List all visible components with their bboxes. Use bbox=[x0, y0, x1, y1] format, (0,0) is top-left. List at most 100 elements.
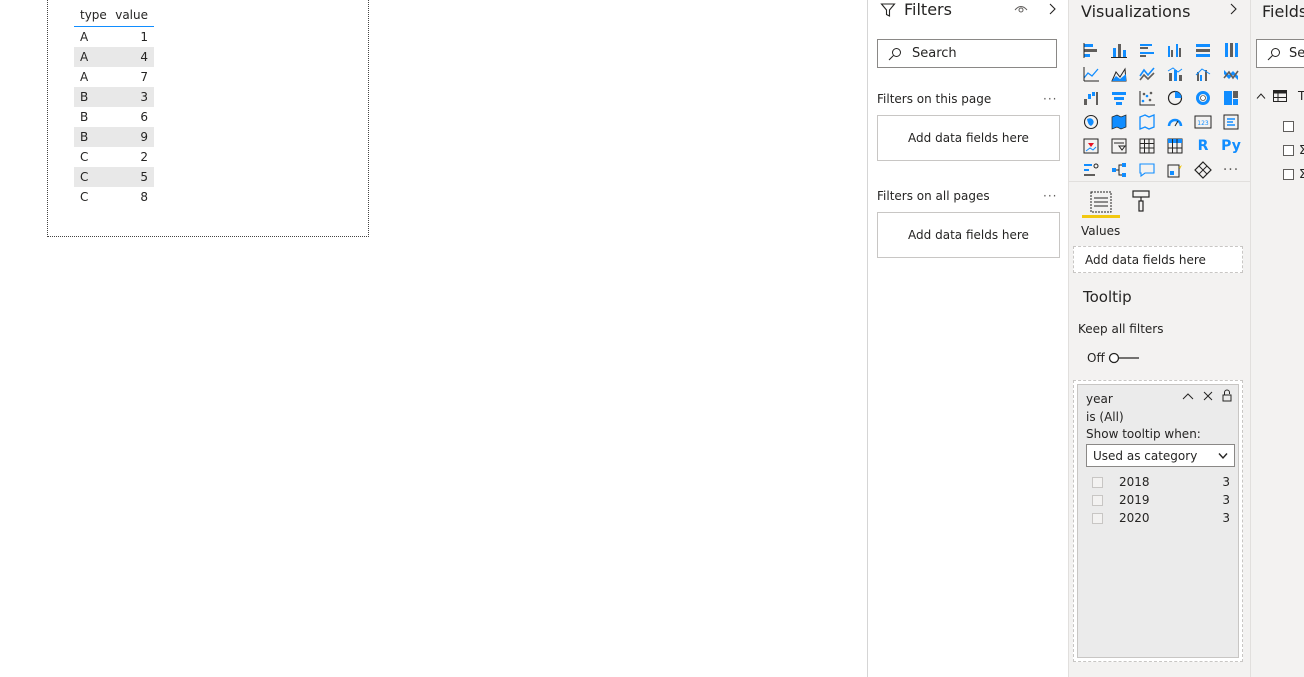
waterfall-chart-icon[interactable] bbox=[1077, 86, 1105, 110]
values-drop-zone[interactable]: Add data fields here bbox=[1073, 246, 1243, 273]
filter-option-count: 3 bbox=[1222, 475, 1230, 489]
table-row[interactable]: A1 bbox=[74, 27, 154, 47]
table-row[interactable]: A7 bbox=[74, 67, 154, 87]
toggle-state-label: Off bbox=[1087, 351, 1105, 365]
filter-option-checkbox[interactable] bbox=[1092, 476, 1103, 488]
card-icon[interactable]: 123 bbox=[1189, 110, 1217, 134]
filters-pane: Filters Search Filters on this page ··· … bbox=[867, 0, 1068, 677]
table-icon[interactable] bbox=[1133, 134, 1161, 158]
100-stacked-column-chart-icon[interactable] bbox=[1217, 38, 1245, 62]
cell-type: B bbox=[80, 90, 89, 104]
key-influencers-icon[interactable] bbox=[1077, 158, 1105, 182]
table-row[interactable]: A4 bbox=[74, 47, 154, 67]
100-stacked-bar-chart-icon[interactable] bbox=[1189, 38, 1217, 62]
stacked-area-chart-icon[interactable] bbox=[1133, 62, 1161, 86]
lock-icon[interactable] bbox=[1222, 389, 1232, 402]
more-options-icon[interactable]: ··· bbox=[1043, 92, 1057, 106]
stacked-column-chart-icon[interactable] bbox=[1105, 38, 1133, 62]
cell-value: 6 bbox=[140, 110, 148, 124]
funnel-chart-icon[interactable] bbox=[1105, 86, 1133, 110]
keep-all-filters-label: Keep all filters bbox=[1078, 322, 1164, 336]
more-options-icon[interactable]: ··· bbox=[1043, 189, 1057, 203]
data-table: type value A1A4A7B3B6B9C2C5C8 bbox=[74, 4, 154, 207]
filter-option[interactable]: 2020 3 bbox=[1092, 509, 1230, 527]
more-visuals-icon[interactable]: ··· bbox=[1217, 158, 1245, 182]
search-icon bbox=[888, 47, 901, 60]
table-row[interactable]: C8 bbox=[74, 187, 154, 207]
kpi-icon[interactable] bbox=[1077, 134, 1105, 158]
cell-type: B bbox=[80, 110, 89, 124]
table-row[interactable]: B9 bbox=[74, 127, 154, 147]
filters-on-all-pages-label: Filters on all pages bbox=[877, 189, 990, 203]
tooltip-filter-card: year is (All) Show tooltip when: Used as… bbox=[1073, 380, 1243, 662]
area-chart-icon[interactable] bbox=[1105, 62, 1133, 86]
cell-value: 2 bbox=[140, 150, 148, 164]
field-checkbox[interactable] bbox=[1283, 121, 1294, 132]
filter-option-count: 3 bbox=[1222, 511, 1230, 525]
line-and-stacked-column-chart-icon[interactable] bbox=[1161, 62, 1189, 86]
ribbon-chart-icon[interactable] bbox=[1217, 62, 1245, 86]
column-header-value[interactable]: value bbox=[114, 4, 154, 26]
gauge-icon[interactable] bbox=[1161, 110, 1189, 134]
field-checkbox[interactable] bbox=[1283, 169, 1294, 180]
filter-option-checkbox[interactable] bbox=[1092, 512, 1103, 524]
sigma-icon: Σ bbox=[1299, 167, 1304, 181]
map-icon[interactable] bbox=[1077, 110, 1105, 134]
line-chart-icon[interactable] bbox=[1077, 62, 1105, 86]
chevron-up-icon[interactable] bbox=[1182, 391, 1194, 401]
decomposition-tree-icon[interactable] bbox=[1105, 158, 1133, 182]
filter-option-count: 3 bbox=[1222, 493, 1230, 507]
pie-chart-icon[interactable] bbox=[1161, 86, 1189, 110]
filter-option[interactable]: 2019 3 bbox=[1092, 491, 1230, 509]
table-row[interactable]: B6 bbox=[74, 107, 154, 127]
treemap-icon[interactable] bbox=[1217, 86, 1245, 110]
table-header-row: type value bbox=[74, 4, 154, 27]
filter-option-label: 2020 bbox=[1119, 511, 1150, 525]
matrix-icon[interactable] bbox=[1161, 134, 1189, 158]
close-icon[interactable] bbox=[1203, 391, 1213, 401]
slicer-icon[interactable] bbox=[1105, 134, 1133, 158]
multi-row-card-icon[interactable] bbox=[1217, 110, 1245, 134]
smart-narrative-icon[interactable] bbox=[1161, 158, 1189, 182]
table-row[interactable]: C2 bbox=[74, 147, 154, 167]
filters-search-input[interactable]: Search bbox=[877, 39, 1057, 68]
visualizations-title: Visualizations bbox=[1081, 2, 1191, 21]
field-checkbox[interactable] bbox=[1283, 145, 1294, 156]
clustered-bar-chart-icon[interactable] bbox=[1133, 38, 1161, 62]
chevron-right-icon[interactable] bbox=[1228, 3, 1238, 15]
qa-visual-icon[interactable] bbox=[1133, 158, 1161, 182]
table-row[interactable]: B3 bbox=[74, 87, 154, 107]
scatter-chart-icon[interactable] bbox=[1133, 86, 1161, 110]
svg-text:123: 123 bbox=[1197, 120, 1209, 127]
chevron-right-icon[interactable] bbox=[1047, 3, 1057, 15]
table-visual[interactable]: type value A1A4A7B3B6B9C2C5C8 bbox=[47, 0, 369, 237]
fields-well-icon bbox=[1090, 191, 1112, 213]
fields-tab[interactable] bbox=[1082, 187, 1120, 217]
all-pages-filters-drop-zone[interactable]: Add data fields here bbox=[877, 212, 1060, 258]
shape-map-icon[interactable] bbox=[1133, 110, 1161, 134]
chevron-up-icon[interactable] bbox=[1256, 92, 1266, 100]
table-name[interactable]: T bbox=[1298, 89, 1304, 103]
clustered-column-chart-icon[interactable] bbox=[1161, 38, 1189, 62]
stacked-bar-chart-icon[interactable] bbox=[1077, 38, 1105, 62]
filter-option-label: 2018 bbox=[1119, 475, 1150, 489]
line-and-clustered-column-chart-icon[interactable] bbox=[1189, 62, 1217, 86]
show-tooltip-when-select[interactable]: Used as category bbox=[1086, 444, 1235, 467]
filters-on-this-page-label: Filters on this page bbox=[877, 92, 992, 106]
r-visual-icon[interactable]: R bbox=[1189, 134, 1217, 158]
filled-map-icon[interactable] bbox=[1105, 110, 1133, 134]
fields-search-input[interactable]: Se bbox=[1256, 39, 1304, 68]
page-filters-drop-zone[interactable]: Add data fields here bbox=[877, 115, 1060, 161]
column-header-type[interactable]: type bbox=[74, 4, 114, 26]
python-visual-icon[interactable]: Py bbox=[1217, 134, 1245, 158]
filter-option[interactable]: 2018 3 bbox=[1092, 473, 1230, 491]
filter-option-checkbox[interactable] bbox=[1092, 494, 1103, 506]
cell-type: A bbox=[80, 70, 89, 84]
filter-condition: is (All) bbox=[1086, 410, 1124, 424]
format-tab[interactable] bbox=[1131, 189, 1151, 213]
power-apps-icon[interactable] bbox=[1189, 158, 1217, 182]
keep-all-filters-toggle[interactable] bbox=[1108, 352, 1140, 364]
table-row[interactable]: C5 bbox=[74, 167, 154, 187]
donut-chart-icon[interactable] bbox=[1189, 86, 1217, 110]
eye-icon[interactable] bbox=[1014, 3, 1028, 15]
